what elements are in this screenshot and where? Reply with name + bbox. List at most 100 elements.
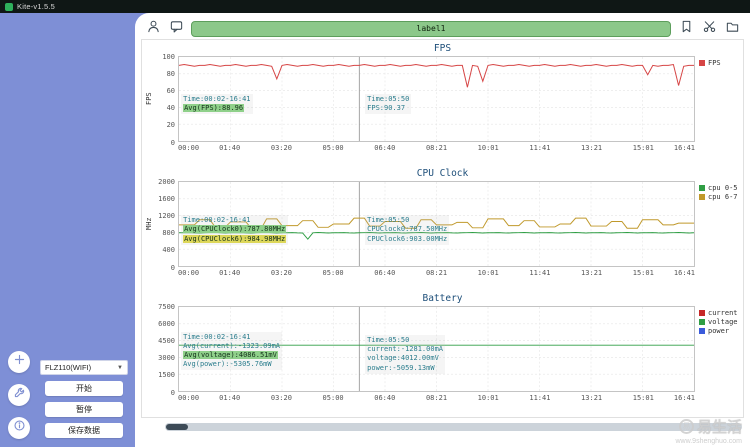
chevron-down-icon: ▼ xyxy=(117,365,123,371)
scrollbar-thumb[interactable] xyxy=(166,424,188,430)
x-tick-label: 08:21 xyxy=(426,144,447,152)
x-tick-label: 16:41 xyxy=(674,144,695,152)
y-tick-label: 60 xyxy=(167,87,175,95)
y-tick-label: 2000 xyxy=(158,178,175,186)
person-icon xyxy=(146,19,161,39)
tools-button[interactable] xyxy=(8,384,30,406)
main-panel: label1 FPS FPS xyxy=(135,13,750,447)
y-tick-label: 1200 xyxy=(158,212,175,220)
legend-label: cpu 6-7 xyxy=(708,193,738,201)
x-tick-label: 10:01 xyxy=(478,269,499,277)
x-tick-label: 13:21 xyxy=(581,269,602,277)
plot-area[interactable]: 00:0001:4003:2005:0006:4008:2110:0111:41… xyxy=(178,306,695,392)
y-tick-label: 1500 xyxy=(158,371,175,379)
legend-item[interactable]: cpu 6-7 xyxy=(699,192,741,201)
toolbar: label1 xyxy=(145,20,740,37)
x-axis-labels: 00:0001:4003:2005:0006:4008:2110:0111:41… xyxy=(178,144,695,153)
x-tick-label: 16:41 xyxy=(674,269,695,277)
chat-icon xyxy=(169,19,184,39)
legend-swatch xyxy=(699,60,705,66)
y-tick-label: 0 xyxy=(171,139,175,147)
chart-annotation: Time:00:02-16:41Avg(CPUClock0):787.80MHz… xyxy=(181,215,288,244)
legend: cpu 0-5cpu 6-7 xyxy=(695,181,741,201)
control-panel: FLZ110(WIFI) ▼ 开始 暂停 保存数据 xyxy=(40,360,128,438)
legend-item[interactable]: current xyxy=(699,308,741,317)
legend-swatch xyxy=(699,310,705,316)
legend: FPS xyxy=(695,56,741,67)
y-axis-labels: 015003000450060007500 xyxy=(154,306,178,392)
x-tick-label: 10:01 xyxy=(478,144,499,152)
y-tick-label: 0 xyxy=(171,389,175,397)
x-tick-label: 00:00 xyxy=(178,394,199,402)
save-data-button[interactable]: 保存数据 xyxy=(45,423,123,438)
battery-chart: Battery 015003000450060007500 00:0001:40… xyxy=(144,292,741,417)
x-tick-label: 08:21 xyxy=(426,269,447,277)
label-input[interactable]: label1 xyxy=(191,21,671,37)
x-tick-label: 16:41 xyxy=(674,394,695,402)
x-tick-label: 06:40 xyxy=(374,144,395,152)
y-tick-label: 4500 xyxy=(158,337,175,345)
h-scrollbar[interactable] xyxy=(165,423,742,431)
legend-label: voltage xyxy=(708,318,738,326)
x-tick-label: 06:40 xyxy=(374,394,395,402)
legend-item[interactable]: voltage xyxy=(699,317,741,326)
cut-button[interactable] xyxy=(701,21,717,37)
x-tick-label: 03:20 xyxy=(271,394,292,402)
x-tick-label: 11:41 xyxy=(529,269,550,277)
legend: currentvoltagepower xyxy=(695,306,741,335)
chart-annotation: Time:05:50CPUClock0:787.50MHzCPUClock6:9… xyxy=(365,215,449,244)
chart-annotation: Time:00:02-16:41Avg(FPS):88.96 xyxy=(181,94,252,114)
x-tick-label: 13:21 xyxy=(581,144,602,152)
x-tick-label: 03:20 xyxy=(271,269,292,277)
message-button[interactable] xyxy=(168,21,184,37)
wrench-icon xyxy=(13,386,26,404)
x-axis-labels: 00:0001:4003:2005:0006:4008:2110:0111:41… xyxy=(178,394,695,403)
chart-annotation: Time:05:50FPS:90.37 xyxy=(365,94,411,114)
y-tick-label: 20 xyxy=(167,121,175,129)
pause-button[interactable]: 暂停 xyxy=(45,402,123,417)
plot-area[interactable]: 00:0001:4003:2005:0006:4008:2110:0111:41… xyxy=(178,181,695,267)
legend-item[interactable]: FPS xyxy=(699,58,741,67)
x-tick-label: 01:40 xyxy=(219,144,240,152)
x-tick-label: 05:00 xyxy=(323,394,344,402)
window-title: Kite-v1.5.5 xyxy=(17,2,55,11)
info-button[interactable] xyxy=(8,417,30,439)
x-tick-label: 00:00 xyxy=(178,269,199,277)
x-axis-labels: 00:0001:4003:2005:0006:4008:2110:0111:41… xyxy=(178,269,695,278)
legend-label: FPS xyxy=(708,59,721,67)
x-tick-label: 00:00 xyxy=(178,144,199,152)
y-axis-title xyxy=(144,306,154,392)
bookmark-button[interactable] xyxy=(678,21,694,37)
fps-chart: FPS FPS 020406080100 00:0001:4003:2005:0… xyxy=(144,42,741,167)
legend-swatch xyxy=(699,194,705,200)
fps-plot-canvas[interactable] xyxy=(178,56,695,142)
export-button[interactable] xyxy=(724,21,740,37)
start-button[interactable]: 开始 xyxy=(45,381,123,396)
device-select-value: FLZ110(WIFI) xyxy=(45,363,91,372)
x-tick-label: 05:00 xyxy=(323,144,344,152)
legend-item[interactable]: power xyxy=(699,326,741,335)
y-tick-label: 800 xyxy=(162,229,175,237)
device-select[interactable]: FLZ110(WIFI) ▼ xyxy=(40,360,128,375)
legend-item[interactable]: cpu 0-5 xyxy=(699,183,741,192)
x-tick-label: 11:41 xyxy=(529,394,550,402)
x-tick-label: 15:01 xyxy=(633,269,654,277)
titlebar: Kite-v1.5.5 xyxy=(0,0,750,13)
cpu-clock-chart: CPU Clock MHz 0400800120016002000 00:000… xyxy=(144,167,741,292)
y-tick-label: 6000 xyxy=(158,320,175,328)
plus-icon xyxy=(13,353,26,371)
y-axis-labels: 020406080100 xyxy=(154,56,178,142)
chart-title: Battery xyxy=(144,292,741,305)
fab-column xyxy=(8,351,30,439)
plot-area[interactable]: 00:0001:4003:2005:0006:4008:2110:0111:41… xyxy=(178,56,695,142)
y-tick-label: 1600 xyxy=(158,195,175,203)
y-tick-label: 3000 xyxy=(158,354,175,362)
app-logo-icon xyxy=(5,3,13,11)
legend-label: current xyxy=(708,309,738,317)
y-tick-label: 80 xyxy=(167,70,175,78)
add-button[interactable] xyxy=(8,351,30,373)
charts-container: FPS FPS 020406080100 00:0001:4003:2005:0… xyxy=(141,39,744,418)
user-button[interactable] xyxy=(145,21,161,37)
x-tick-label: 15:01 xyxy=(633,144,654,152)
app-window: Kite-v1.5.5 FLZ110(WIFI) ▼ xyxy=(0,0,750,447)
